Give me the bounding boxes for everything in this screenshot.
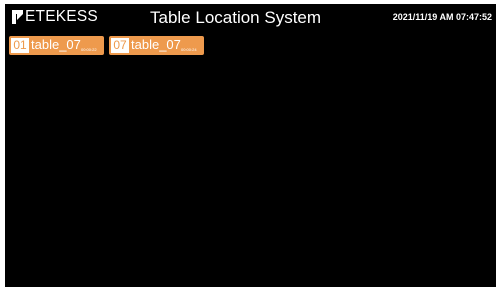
table-number-badge: 01: [11, 38, 29, 53]
brand-name: ETEKESS: [25, 8, 98, 25]
app-screen: ETEKESS Table Location System 2021/11/19…: [5, 4, 496, 287]
table-name: table_07: [131, 37, 181, 52]
retekess-logo-icon: [12, 10, 24, 24]
brand-logo: ETEKESS: [12, 7, 98, 27]
header-bar: ETEKESS Table Location System 2021/11/19…: [5, 4, 496, 34]
table-elapsed-time: 00:00:24: [181, 47, 197, 52]
table-elapsed-time: 00:00:22: [81, 47, 97, 52]
table-tile[interactable]: 01 table_07 00:00:22: [9, 36, 104, 55]
page-title: Table Location System: [150, 8, 322, 27]
table-tile[interactable]: 07 table_07 00:00:24: [109, 36, 204, 55]
datetime-display: 2021/11/19 AM 07:47:52: [392, 12, 492, 22]
table-name: table_07: [31, 37, 81, 52]
table-number-badge: 07: [111, 38, 129, 53]
table-tile-list: 01 table_07 00:00:22 07 table_07 00:00:2…: [9, 36, 204, 55]
